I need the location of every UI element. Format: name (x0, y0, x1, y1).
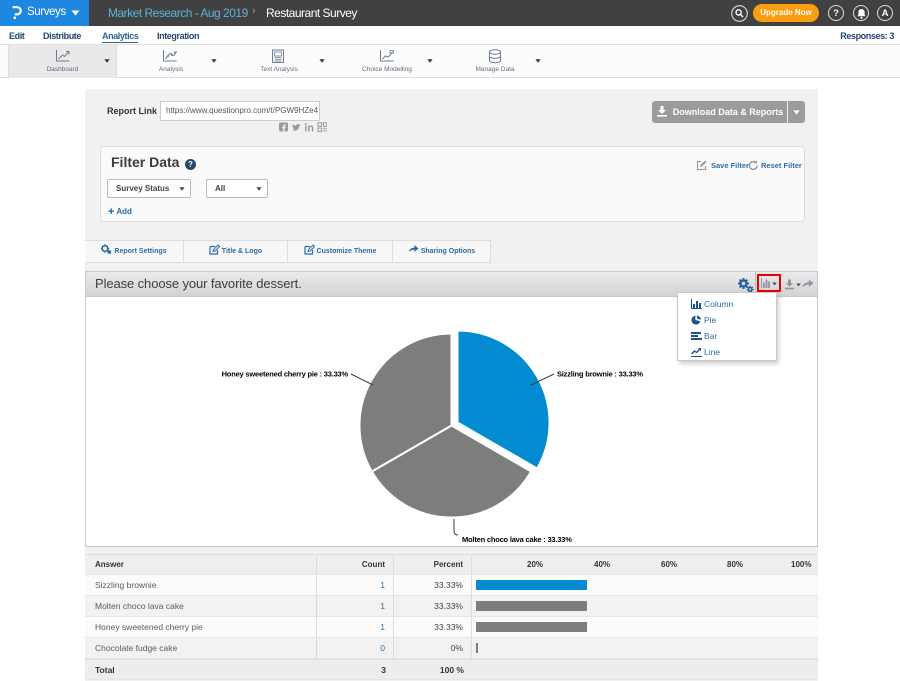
svg-text:Sizzling brownie : 33.33%: Sizzling brownie : 33.33% (557, 370, 643, 379)
svg-text:Molten choco lava cake : 33.33: Molten choco lava cake : 33.33% (462, 535, 572, 544)
svg-text:Honey sweetened cherry pie : 3: Honey sweetened cherry pie : 33.33% (222, 370, 349, 379)
